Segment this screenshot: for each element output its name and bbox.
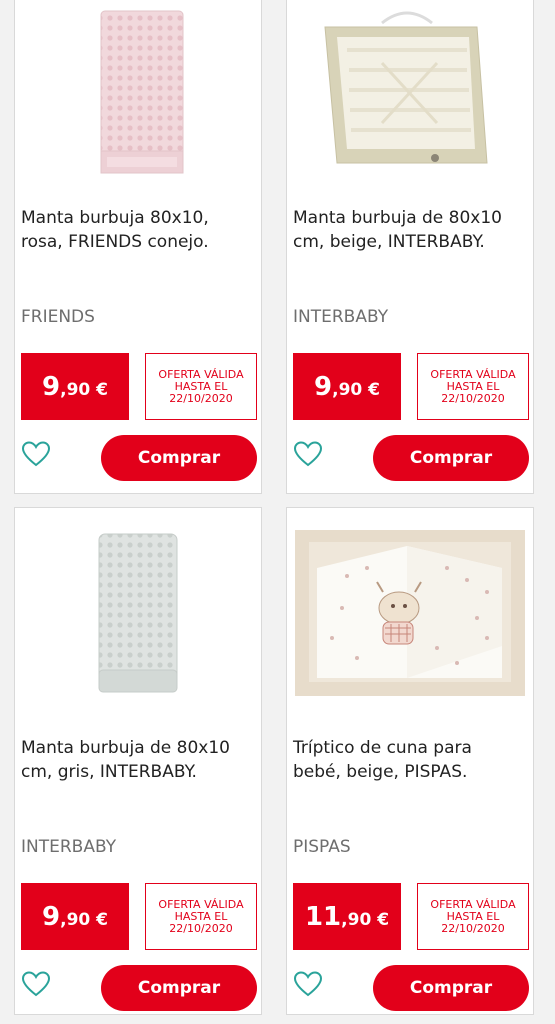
price-integer: 9 [42, 371, 61, 402]
buy-button[interactable]: Comprar [101, 435, 257, 481]
heart-icon[interactable] [21, 440, 51, 468]
price-integer: 9 [42, 901, 61, 932]
offer-line: HASTA EL [446, 909, 500, 923]
offer-date: 22/10/2020 [169, 921, 233, 935]
offer-badge: OFERTA VÁLIDA HASTA EL 22/10/2020 [145, 353, 257, 420]
offer-line: OFERTA VÁLIDA [430, 897, 516, 911]
price-decimal: ,90 € [60, 909, 108, 930]
product-card[interactable]: Manta burbuja 80x10, rosa, FRIENDS conej… [14, 0, 262, 494]
product-card[interactable]: Manta burbuja de 80x10 cm, gris, INTERBA… [14, 507, 262, 1015]
product-card[interactable]: Manta burbuja de 80x10 cm, beige, INTERB… [286, 0, 534, 494]
offer-date: 22/10/2020 [441, 391, 505, 405]
product-brand: PISPAS [293, 837, 351, 857]
offer-line: HASTA EL [446, 379, 500, 393]
offer-date: 22/10/2020 [169, 391, 233, 405]
buy-button[interactable]: Comprar [373, 435, 529, 481]
product-title[interactable]: Manta burbuja de 80x10 cm, beige, INTERB… [293, 206, 525, 254]
price-integer: 9 [314, 371, 333, 402]
price-tag: 9,90 € [21, 353, 129, 420]
product-image-grey-blanket[interactable] [15, 520, 261, 710]
heart-icon[interactable] [293, 970, 323, 998]
heart-icon[interactable] [21, 970, 51, 998]
offer-date: 22/10/2020 [441, 921, 505, 935]
price-decimal: ,90 € [332, 379, 380, 400]
offer-badge: OFERTA VÁLIDA HASTA EL 22/10/2020 [417, 353, 529, 420]
product-image-pink-blanket[interactable] [15, 0, 261, 183]
price-tag: 9,90 € [21, 883, 129, 950]
offer-line: OFERTA VÁLIDA [430, 367, 516, 381]
product-title[interactable]: Manta burbuja de 80x10 cm, gris, INTERBA… [21, 736, 253, 784]
offer-line: OFERTA VÁLIDA [158, 897, 244, 911]
product-brand: FRIENDS [21, 307, 95, 327]
buy-button[interactable]: Comprar [101, 965, 257, 1011]
offer-badge: OFERTA VÁLIDA HASTA EL 22/10/2020 [145, 883, 257, 950]
product-title[interactable]: Manta burbuja 80x10, rosa, FRIENDS conej… [21, 206, 253, 254]
price-integer: 11 [304, 901, 342, 932]
product-card[interactable]: Tríptico de cuna para bebé, beige, PISPA… [286, 507, 534, 1015]
buy-button[interactable]: Comprar [373, 965, 529, 1011]
product-title[interactable]: Tríptico de cuna para bebé, beige, PISPA… [293, 736, 525, 784]
product-brand: INTERBABY [293, 307, 389, 327]
price-tag: 11,90 € [293, 883, 401, 950]
heart-icon[interactable] [293, 440, 323, 468]
product-brand: INTERBABY [21, 837, 117, 857]
product-image-crib-set[interactable] [287, 528, 533, 718]
price-decimal: ,90 € [341, 909, 390, 930]
price-decimal: ,90 € [60, 379, 108, 400]
offer-badge: OFERTA VÁLIDA HASTA EL 22/10/2020 [417, 883, 529, 950]
product-image-beige-box[interactable] [287, 0, 533, 183]
price-tag: 9,90 € [293, 353, 401, 420]
offer-line: HASTA EL [174, 909, 228, 923]
offer-line: OFERTA VÁLIDA [158, 367, 244, 381]
offer-line: HASTA EL [174, 379, 228, 393]
